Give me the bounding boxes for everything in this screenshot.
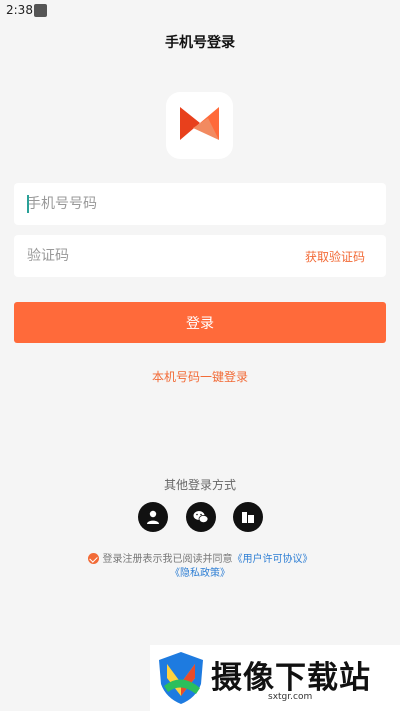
shield-logo-icon <box>159 652 203 704</box>
agreement: 登录注册表示我已阅读并同意《用户许可协议》 《隐私政策》 <box>0 553 400 581</box>
building-icon <box>242 512 254 523</box>
agreement-text: 登录注册表示我已阅读并同意 <box>102 554 233 565</box>
notification-icon <box>34 4 47 17</box>
watermark: 摄像下载站 sxtgr.com <box>150 645 400 711</box>
one-key-login-link[interactable]: 本机号码一键登录 <box>0 368 400 385</box>
page-title: 手机号登录 <box>165 35 235 51</box>
status-time: 2:38 <box>6 3 33 17</box>
person-icon <box>147 510 159 524</box>
check-icon[interactable] <box>87 553 99 564</box>
app-logo <box>166 92 233 159</box>
status-bar: 2:38 <box>0 0 400 22</box>
privacy-policy-link[interactable]: 《隐私政策》 <box>0 567 400 581</box>
code-field[interactable]: 获取验证码 <box>14 235 386 277</box>
phone-field[interactable] <box>14 183 386 225</box>
text-cursor <box>27 195 29 213</box>
user-agreement-link[interactable]: 《用户许可协议》 <box>233 554 313 565</box>
phone-input[interactable] <box>14 183 287 225</box>
watermark-title: 摄像下载站 <box>211 660 371 696</box>
code-input[interactable] <box>14 235 287 277</box>
wechat-icon <box>193 511 209 523</box>
building-login-button[interactable] <box>233 502 263 532</box>
play-logo-icon <box>180 107 219 140</box>
login-button[interactable]: 登录 <box>14 302 386 343</box>
wechat-login-button[interactable] <box>186 502 216 532</box>
get-code-button[interactable]: 获取验证码 <box>305 248 365 265</box>
watermark-url: sxtgr.com <box>268 692 313 702</box>
other-login-title: 其他登录方式 <box>163 478 236 492</box>
account-login-button[interactable] <box>138 502 168 532</box>
